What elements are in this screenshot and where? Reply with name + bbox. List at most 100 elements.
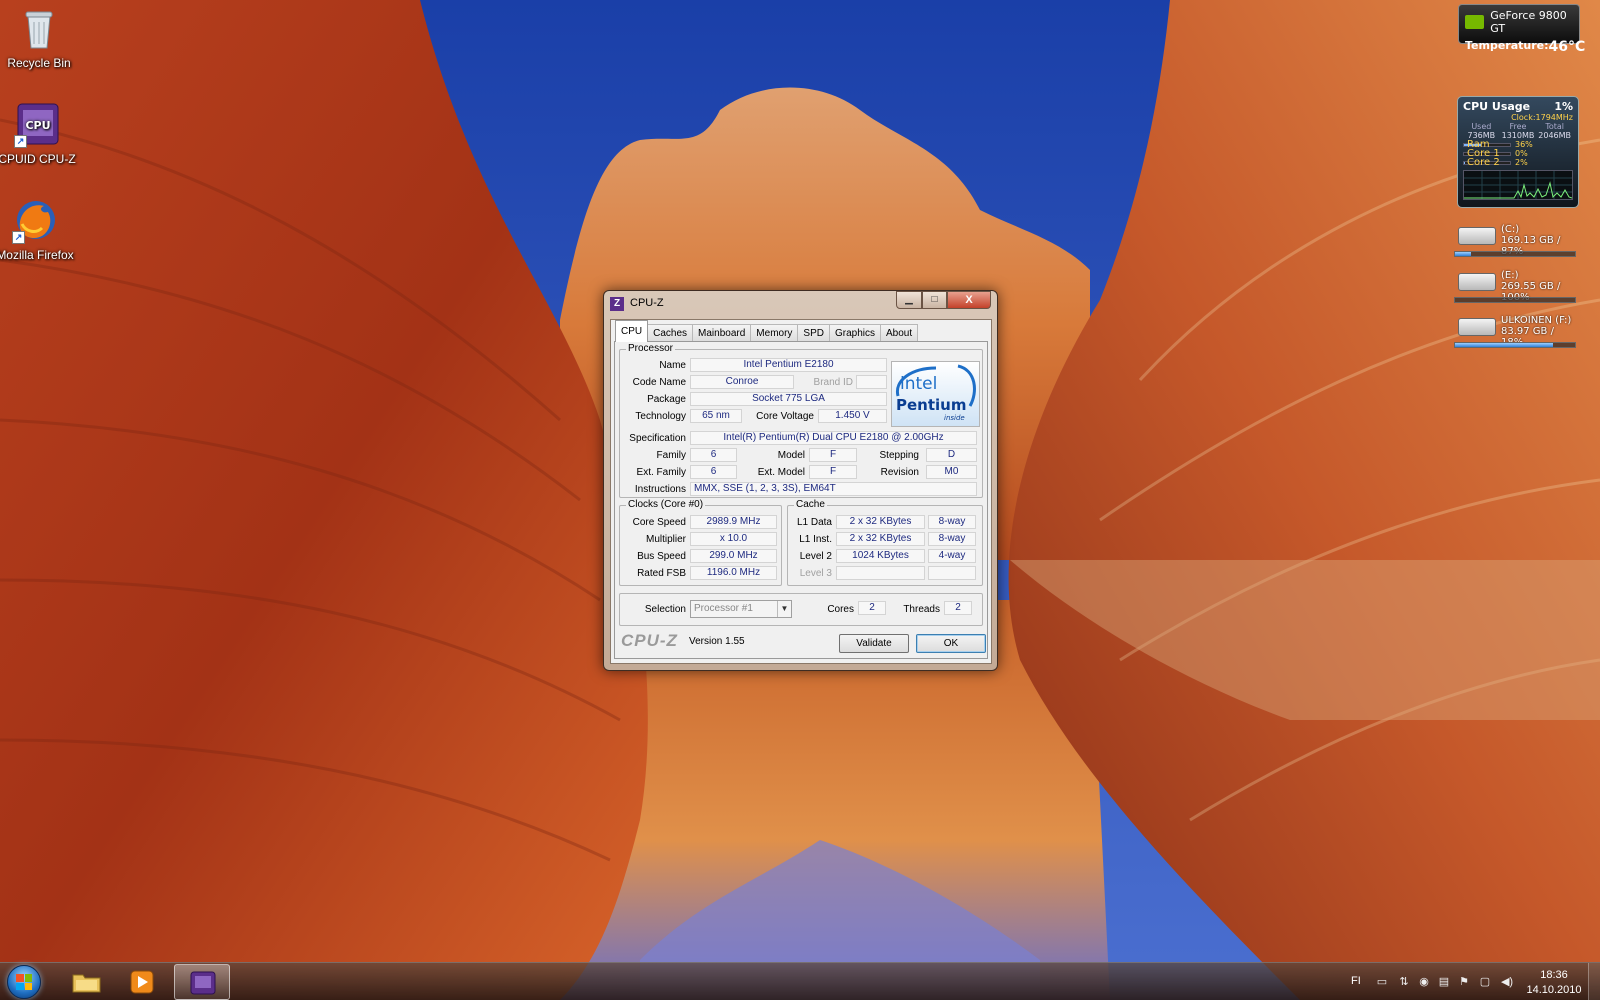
- desktop-icon-label: CPUID CPU-Z: [0, 152, 76, 166]
- tab-about[interactable]: About: [880, 324, 919, 342]
- l3-label: Level 3: [799, 568, 832, 579]
- intel-pentium-logo: intel Pentium inside: [891, 361, 980, 427]
- nvidia-logo-icon: [1465, 15, 1485, 29]
- drive-gadget-c[interactable]: (C:) 169.13 GB / 87%: [1454, 224, 1578, 264]
- cpu-history-graph: [1463, 170, 1573, 200]
- cpu-clock: Clock:1794MHz: [1511, 113, 1573, 122]
- maximize-button[interactable]: □: [922, 291, 947, 309]
- drive-gadget-e[interactable]: (E:) 269.55 GB / 100%: [1454, 270, 1578, 310]
- title-bar[interactable]: Z CPU-Z ▁ □ X: [604, 291, 997, 315]
- mem-header-total: Total: [1545, 122, 1564, 131]
- action-center-flag-icon[interactable]: ⚑: [1456, 975, 1472, 989]
- threads-field: 2: [944, 601, 972, 615]
- core2-bar-row: Core 2 2%: [1463, 157, 1573, 168]
- name-label: Name: [659, 360, 686, 371]
- display-icon[interactable]: ▢: [1477, 975, 1493, 989]
- tab-cpu[interactable]: CPU: [615, 320, 649, 342]
- name-field: Intel Pentium E2180: [690, 358, 887, 372]
- cpuz-icon: [190, 971, 216, 995]
- language-indicator[interactable]: FI: [1351, 975, 1361, 987]
- cores-field: 2: [858, 601, 886, 615]
- desktop-icon-cpuz[interactable]: CPU ↗ CPUID CPU-Z: [0, 102, 76, 167]
- windows-explorer-icon: [72, 970, 101, 994]
- chevron-down-icon: ▼: [777, 601, 791, 617]
- tab-mainboard[interactable]: Mainboard: [692, 324, 752, 342]
- tab-memory[interactable]: Memory: [750, 324, 799, 342]
- l1inst-field: 2 x 32 KBytes: [836, 532, 925, 546]
- tray-clock[interactable]: 18:36 14.10.2010: [1524, 968, 1584, 998]
- cpuz-window: Z CPU-Z ▁ □ X CPU Caches Mainboard Memor…: [603, 290, 998, 671]
- ratedfsb-field: 1196.0 MHz: [690, 566, 777, 580]
- l1data-way-field: 8-way: [928, 515, 976, 529]
- gpu-temp-value: 46°C: [1548, 39, 1586, 55]
- model-field: F: [809, 448, 857, 462]
- drive-gadget-f[interactable]: ULKOINEN (F:) 83.97 GB / 18%: [1454, 315, 1578, 355]
- window-title: CPU-Z: [630, 297, 664, 309]
- desktop-icon-recycle-bin[interactable]: Recycle Bin: [0, 6, 78, 71]
- close-button[interactable]: X: [947, 291, 991, 309]
- corespeed-field: 2989.9 MHz: [690, 515, 777, 529]
- l1data-label: L1 Data: [796, 517, 832, 528]
- l1data-field: 2 x 32 KBytes: [836, 515, 925, 529]
- cpu-tab-panel: Processor Name Intel Pentium E2180 Code …: [614, 341, 988, 659]
- voltage-field: 1.450 V: [818, 409, 887, 423]
- firefox-icon: ↗: [12, 198, 58, 244]
- extmodel-field: F: [809, 465, 857, 479]
- volume-icon[interactable]: ◀): [1499, 975, 1515, 989]
- drive-usage-fill: [1455, 252, 1471, 256]
- taskbar-media-player-button[interactable]: [114, 964, 170, 1000]
- taskbar: FI ▭ ⇅ ◉ ▤ ⚑ ▢ ◀) 18:36 14.10.2010: [0, 962, 1600, 1000]
- safely-remove-icon[interactable]: ▤: [1436, 975, 1452, 989]
- cpu-usage-title: CPU Usage: [1463, 100, 1531, 113]
- processor-group-title: Processor: [626, 343, 676, 354]
- validate-button[interactable]: Validate: [839, 634, 909, 653]
- codename-label: Code Name: [632, 377, 686, 388]
- gpu-temp-label: Temperature:: [1465, 39, 1549, 52]
- technology-field: 65 nm: [690, 409, 742, 423]
- keyboard-icon[interactable]: ▭: [1374, 975, 1390, 989]
- processor-group: Processor Name Intel Pentium E2180 Code …: [619, 343, 983, 498]
- security-tray-icon[interactable]: ◉: [1416, 975, 1432, 989]
- family-field: 6: [690, 448, 737, 462]
- taskbar-explorer-button[interactable]: [57, 964, 113, 1000]
- tab-spd[interactable]: SPD: [797, 324, 830, 342]
- multiplier-field: x 10.0: [690, 532, 777, 546]
- core2-label: Core 2: [1467, 157, 1500, 168]
- gpu-name: GeForce 9800 GT: [1490, 9, 1567, 35]
- tab-graphics[interactable]: Graphics: [828, 324, 881, 342]
- version-label: Version 1.55: [689, 636, 745, 647]
- corespeed-label: Core Speed: [632, 517, 686, 528]
- stepping-field: D: [926, 448, 977, 462]
- package-field: Socket 775 LGA: [690, 392, 887, 406]
- show-desktop-button[interactable]: [1588, 963, 1600, 1000]
- mem-total: 2046MB: [1538, 131, 1572, 140]
- voltage-label: Core Voltage: [756, 411, 814, 422]
- l3-field: [836, 566, 925, 580]
- network-tray-icon[interactable]: ⇅: [1396, 975, 1412, 989]
- mem-free: 1310MB: [1501, 131, 1535, 140]
- desktop-icon-firefox[interactable]: ↗ Mozilla Firefox: [0, 198, 74, 263]
- cpu-usage-gadget[interactable]: CPU Usage 1% Clock:1794MHz Used Free Tot…: [1457, 96, 1579, 208]
- minimize-button[interactable]: ▁: [896, 291, 922, 309]
- processor-select[interactable]: Processor #1 ▼: [690, 600, 792, 618]
- hard-drive-icon: [1458, 273, 1496, 291]
- ok-button[interactable]: OK: [916, 634, 986, 653]
- instructions-field: MMX, SSE (1, 2, 3, 3S), EM64T: [690, 482, 977, 496]
- cache-group-title: Cache: [794, 499, 827, 510]
- l1inst-way-field: 8-way: [928, 532, 976, 546]
- windows-flag-icon: [16, 974, 32, 990]
- model-label: Model: [777, 450, 805, 461]
- l2-label: Level 2: [799, 551, 832, 562]
- hard-drive-icon: [1458, 318, 1496, 336]
- shortcut-arrow-icon: ↗: [12, 231, 25, 244]
- cpuz-brand-text: CPU-Z: [621, 631, 678, 650]
- tab-caches[interactable]: Caches: [647, 324, 694, 342]
- processor-select-value: Processor #1: [694, 603, 753, 614]
- family-label: Family: [656, 450, 686, 461]
- taskbar-cpuz-button[interactable]: [174, 964, 230, 1000]
- start-button[interactable]: [4, 963, 44, 1000]
- gpu-temperature-gadget[interactable]: GeForce 9800 GT Temperature: 46°C: [1458, 4, 1585, 55]
- selection-label: Selection: [644, 604, 686, 615]
- clock-date: 14.10.2010: [1526, 984, 1582, 996]
- l1inst-label: L1 Inst.: [799, 534, 832, 545]
